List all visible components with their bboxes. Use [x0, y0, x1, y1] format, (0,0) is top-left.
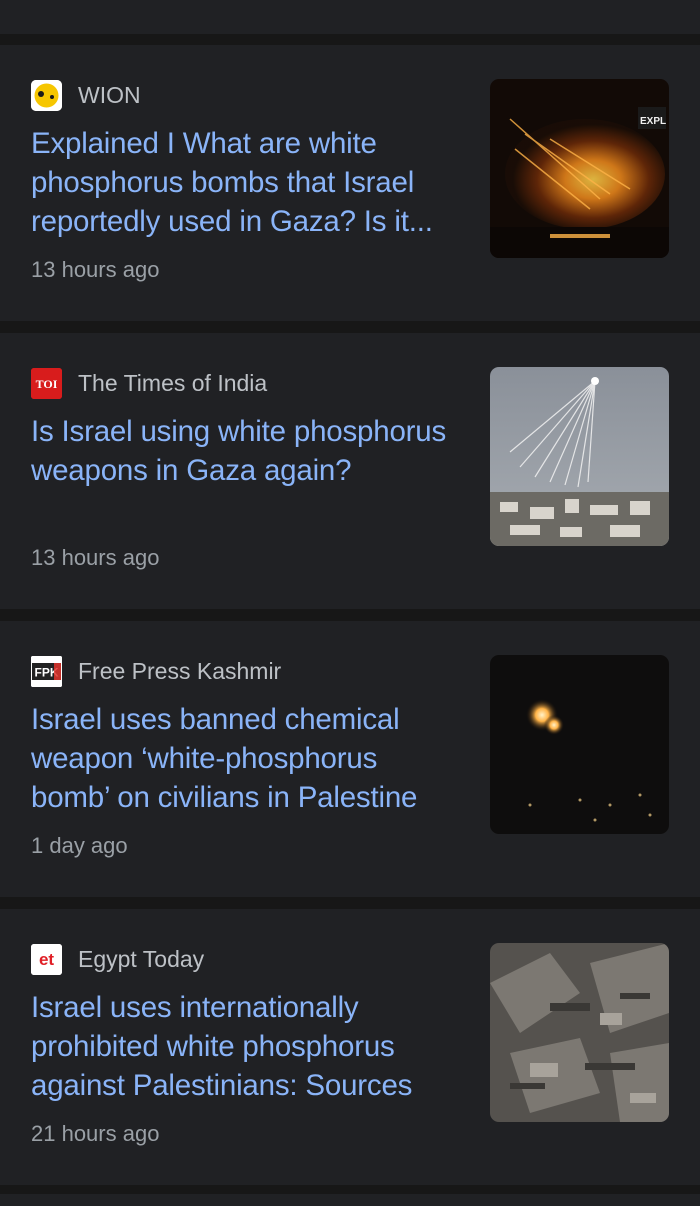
article-thumbnail[interactable] — [490, 655, 669, 834]
news-card[interactable]: FPK Free Press Kashmir Israel uses banne… — [0, 621, 700, 897]
favicon-text: TOI — [36, 377, 58, 391]
article-timestamp: 21 hours ago — [31, 1121, 160, 1146]
news-card[interactable]: TOI The Times of India Is Israel using w… — [0, 333, 700, 609]
source-row: TOI The Times of India — [31, 367, 267, 399]
et-logo-icon: et — [31, 943, 62, 975]
news-card[interactable]: WION Explained I What are white phosphor… — [0, 45, 700, 321]
toi-logo-icon: TOI — [31, 367, 62, 399]
source-row: WION — [31, 79, 141, 111]
source-name: The Times of India — [78, 369, 268, 396]
source-name: Egypt Today — [78, 945, 205, 972]
article-title-link[interactable]: Is Israel using white phosphorus weapons… — [31, 412, 461, 490]
article-title-link[interactable]: Explained I What are white phosphorus bo… — [31, 124, 461, 241]
source-row: FPK Free Press Kashmir — [31, 655, 281, 687]
previous-card-edge — [0, 0, 700, 34]
next-card-edge — [0, 1194, 700, 1206]
fpk-logo-icon: FPK — [31, 655, 62, 687]
source-name: WION — [78, 81, 141, 108]
article-timestamp: 13 hours ago — [31, 257, 160, 282]
image-overlay-text: EXPL — [640, 116, 666, 127]
article-thumbnail[interactable] — [490, 367, 669, 546]
article-title-link[interactable]: Israel uses banned chemical weapon ‘whit… — [31, 700, 461, 817]
article-title-link[interactable]: Israel uses internationally prohibited w… — [31, 988, 461, 1105]
article-thumbnail[interactable] — [490, 943, 669, 1122]
article-timestamp: 13 hours ago — [31, 545, 160, 570]
source-row: et Egypt Today — [31, 943, 204, 975]
article-timestamp: 1 day ago — [31, 833, 128, 858]
news-card[interactable]: et Egypt Today Israel uses international… — [0, 909, 700, 1185]
favicon-text: et — [39, 950, 54, 969]
wion-logo-icon — [31, 79, 62, 111]
article-thumbnail[interactable]: EXPL — [490, 79, 669, 258]
source-name: Free Press Kashmir — [78, 657, 282, 684]
